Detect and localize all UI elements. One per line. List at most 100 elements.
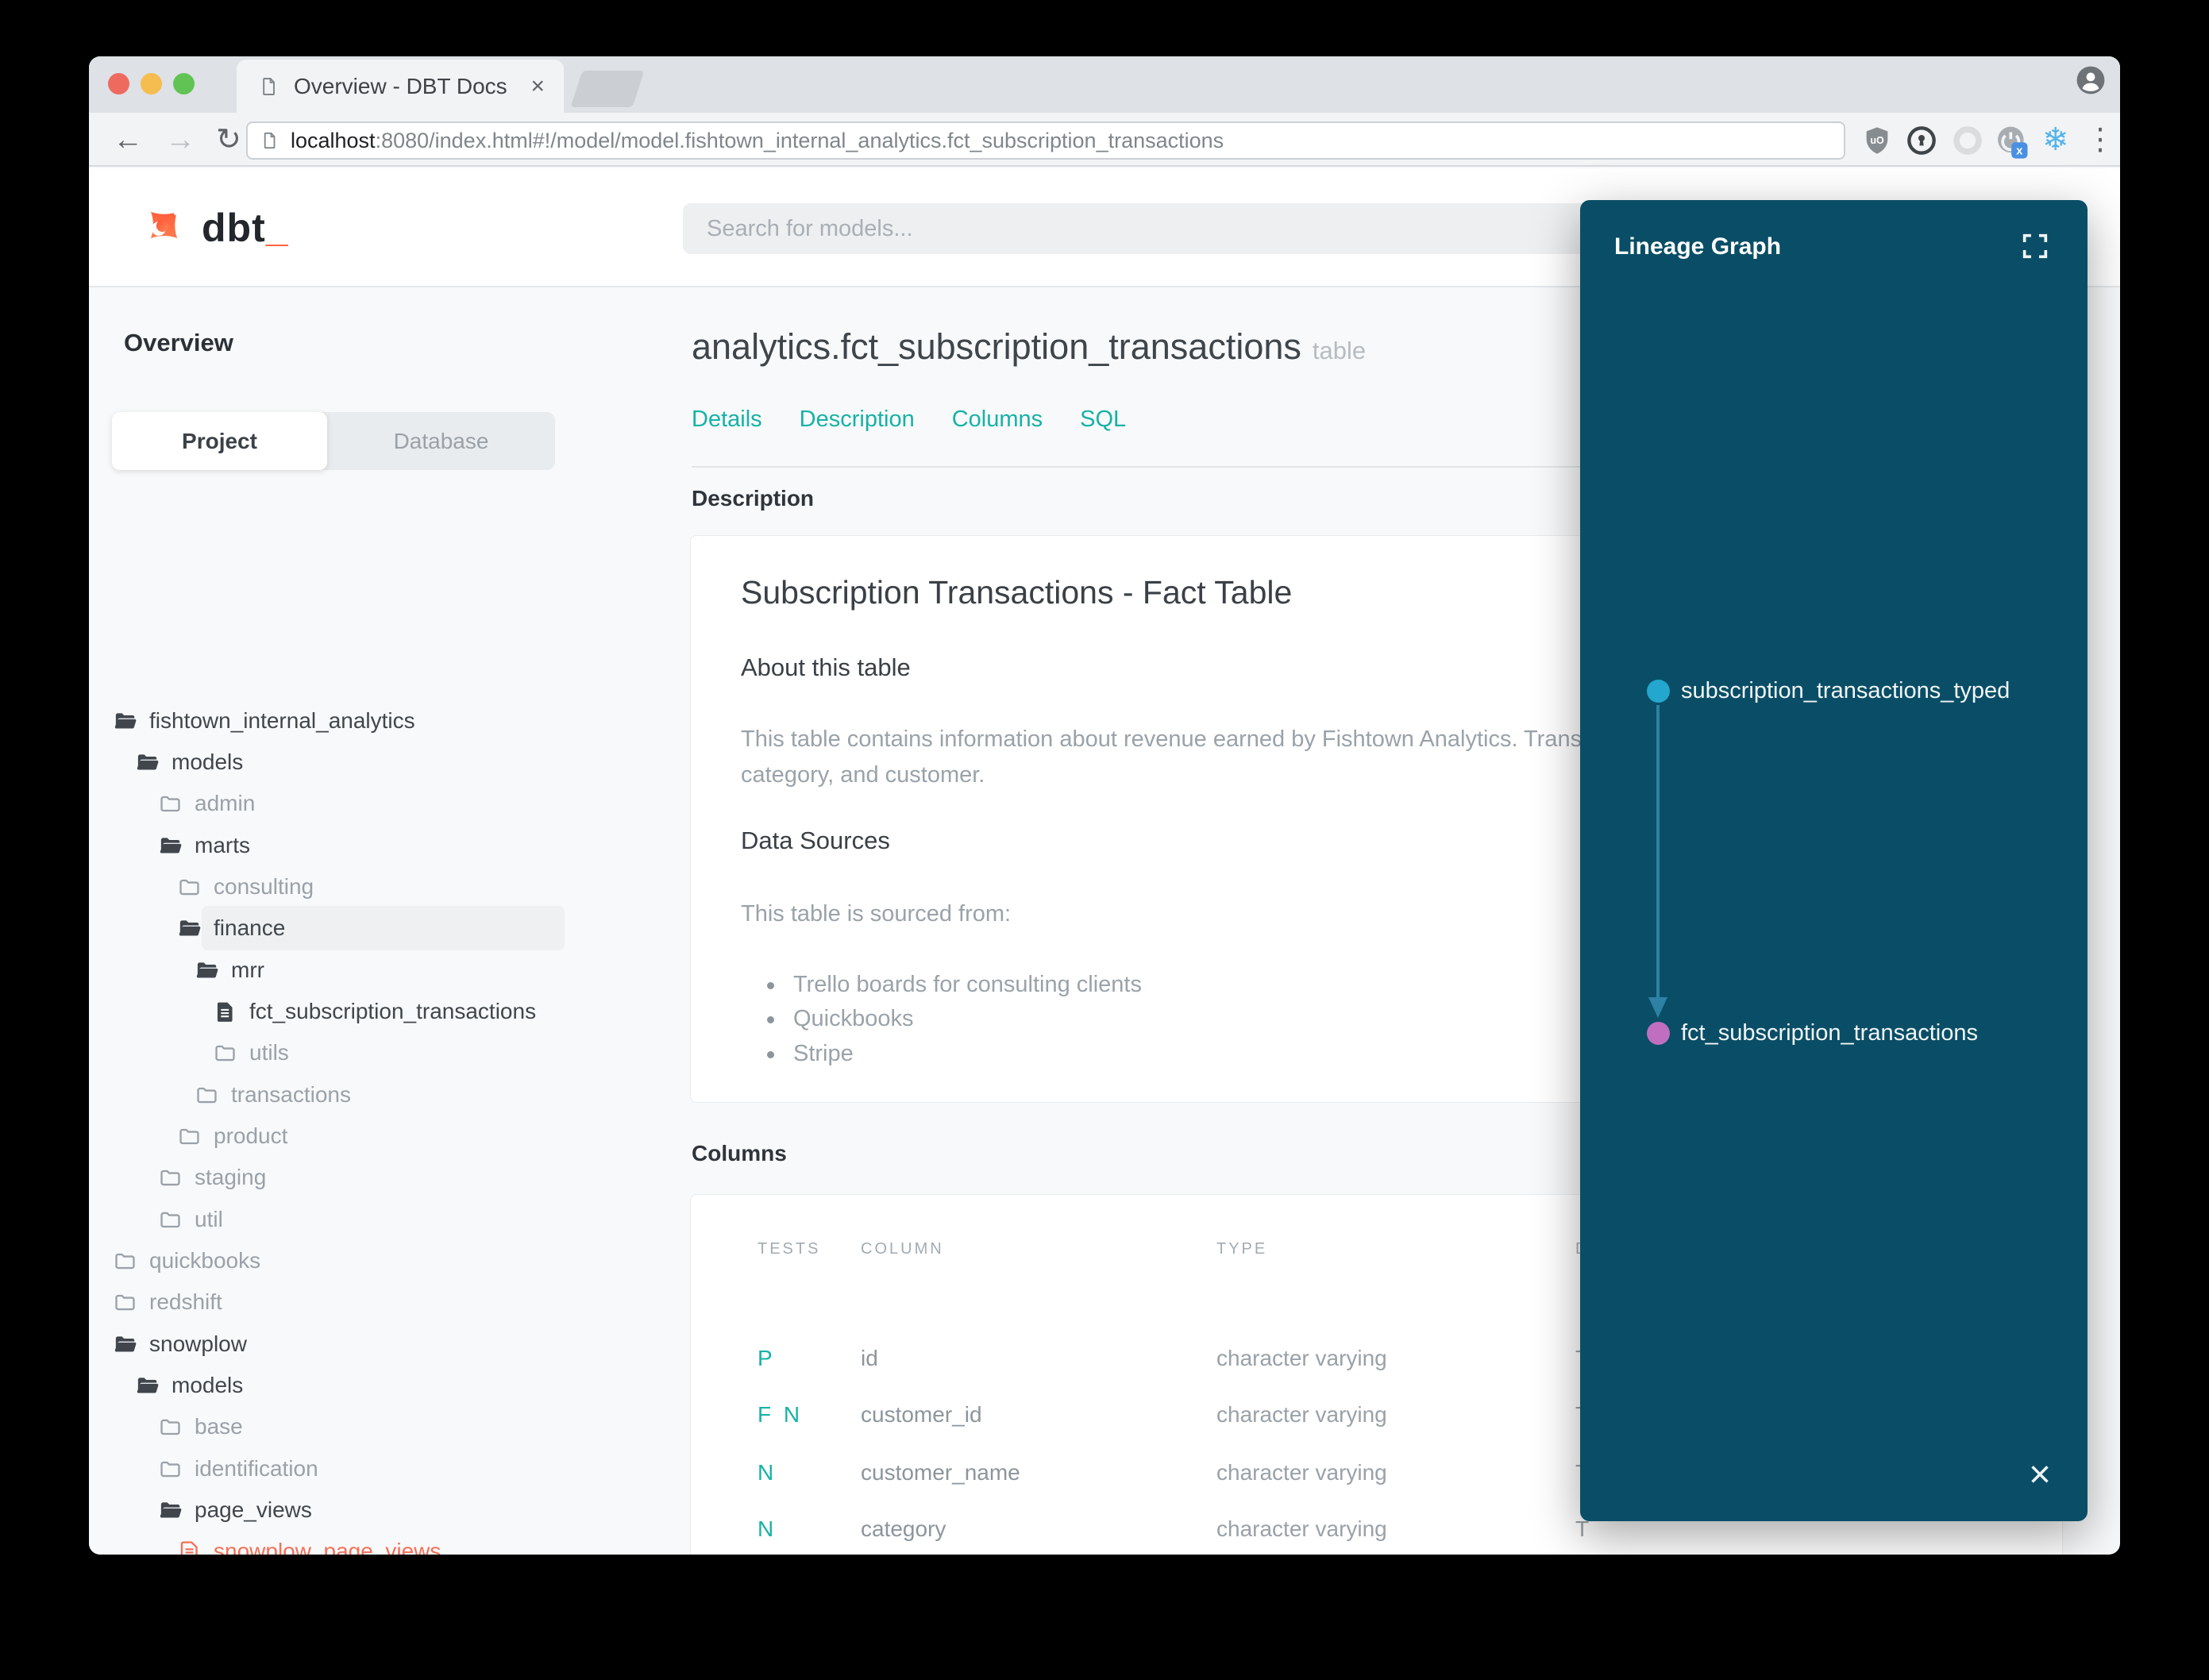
folder-icon xyxy=(213,1041,237,1065)
cell-column: customer_name xyxy=(861,1460,1020,1485)
node-dot-icon xyxy=(1647,680,1670,703)
folder-icon xyxy=(177,1124,202,1149)
data-sources-heading: Data Sources xyxy=(741,827,890,854)
maximize-window-button[interactable] xyxy=(173,73,195,94)
browser-tab-strip: Overview - DBT Docs × xyxy=(89,56,2120,113)
minimize-window-button[interactable] xyxy=(141,73,162,94)
cell-column: customer_id xyxy=(861,1402,982,1427)
dbt-logo[interactable]: dbt_ xyxy=(135,202,289,254)
address-bar[interactable]: localhost:8080/index.html#!/model/model.… xyxy=(246,121,1845,160)
browser-tab[interactable]: Overview - DBT Docs × xyxy=(237,60,564,113)
lineage-graph-panel: Lineage Graph subscription_transactions_… xyxy=(1580,200,2088,1521)
tree-item-fct-subscription-transactions[interactable]: fct_subscription_transactions xyxy=(213,992,536,1031)
tree-item-redshift[interactable]: redshift xyxy=(113,1283,222,1321)
description-section-label: Description xyxy=(692,486,815,511)
source-list-item: Stripe xyxy=(767,1041,854,1067)
columns-section-label: Columns xyxy=(692,1141,787,1166)
folder-open-icon xyxy=(177,916,202,941)
ublock-extension-icon[interactable]: uO xyxy=(1861,125,1893,156)
sidebar-title: Overview xyxy=(124,329,233,356)
url-host: localhost xyxy=(291,128,376,152)
about-text-line2: category, and customer. xyxy=(741,762,985,788)
column-header-column: COLUMN xyxy=(861,1240,944,1258)
close-lineage-icon[interactable]: × xyxy=(2029,1456,2051,1494)
tree-item-quickbooks[interactable]: quickbooks xyxy=(113,1242,260,1280)
cell-tests: P xyxy=(758,1346,776,1370)
folder-icon xyxy=(113,1290,137,1315)
tab-description[interactable]: Description xyxy=(800,407,915,433)
tab-title: Overview - DBT Docs xyxy=(294,73,507,98)
tab-columns[interactable]: Columns xyxy=(952,407,1043,433)
profile-avatar-icon[interactable] xyxy=(2076,65,2106,95)
power-extension-icon[interactable]: x xyxy=(1995,125,2030,163)
tree-item-finance[interactable]: finance xyxy=(177,909,285,947)
gray-circle-extension-icon[interactable] xyxy=(1952,125,1983,156)
tree-item-transactions[interactable]: transactions xyxy=(195,1076,351,1114)
tree-item-page-views[interactable]: page_views xyxy=(158,1491,312,1529)
cell-tests: N xyxy=(758,1516,777,1541)
search-placeholder: Search for models... xyxy=(707,215,913,241)
data-sources-intro: This table is sourced from: xyxy=(741,901,1012,927)
tab-database[interactable]: Database xyxy=(327,412,555,470)
resource-type-badge: table xyxy=(1312,337,1367,364)
cell-tests: N xyxy=(758,1460,777,1485)
tree-item-snowplow-models[interactable]: models xyxy=(135,1366,243,1404)
cell-type: character varying xyxy=(1216,1516,1387,1541)
tree-item-snowplow[interactable]: snowplow xyxy=(113,1325,247,1363)
tab-details[interactable]: Details xyxy=(692,407,762,433)
dbt-logo-word: dbt_ xyxy=(202,206,289,250)
folder-open-icon xyxy=(158,1498,183,1523)
onepassword-extension-icon[interactable] xyxy=(1906,125,1937,156)
tab-project[interactable]: Project xyxy=(112,412,327,470)
tree-item-marts[interactable]: marts xyxy=(158,827,250,865)
cell-column: id xyxy=(861,1346,878,1370)
cell-type: character varying xyxy=(1216,1460,1387,1485)
svg-text:x: x xyxy=(2016,145,2022,158)
forward-button[interactable]: → xyxy=(165,124,195,156)
url-path: :8080/index.html#!/model/model.fishtown_… xyxy=(375,128,1224,152)
lineage-node-fct-subscription-transactions[interactable]: fct_subscription_transactions xyxy=(1647,1020,1978,1046)
folder-icon xyxy=(158,1166,183,1190)
source-list-item: Quickbooks xyxy=(767,1006,914,1032)
tab-sql[interactable]: SQL xyxy=(1080,407,1126,433)
browser-toolbar: ← → ↻ localhost:8080/index.html#!/model/… xyxy=(89,113,2120,167)
tree-item-fishtown-internal-analytics[interactable]: fishtown_internal_analytics xyxy=(113,702,415,740)
cell-type: character varying xyxy=(1216,1346,1387,1370)
tree-item-models[interactable]: models xyxy=(135,743,243,781)
reload-button[interactable]: ↻ xyxy=(216,124,241,156)
tree-item-identification[interactable]: identification xyxy=(158,1450,318,1488)
sidebar: Overview Project Database fishtown_inter… xyxy=(89,287,679,1555)
lineage-edges xyxy=(1648,705,1667,1018)
cell-column: category xyxy=(861,1516,946,1541)
tree-item-snowplow-page-views[interactable]: snowplow_page_views xyxy=(177,1532,441,1555)
tree-item-product[interactable]: product xyxy=(177,1117,287,1155)
tree-item-mrr[interactable]: mrr xyxy=(195,951,264,989)
tree-item-admin[interactable]: admin xyxy=(158,784,255,823)
tree-item-base[interactable]: base xyxy=(158,1408,243,1446)
browser-menu-icon[interactable]: ⋮ xyxy=(2085,121,2115,157)
source-list-item: Trello boards for consulting clients xyxy=(767,972,1142,998)
lineage-node-subscription-transactions-typed[interactable]: subscription_transactions_typed xyxy=(1647,678,2010,704)
new-tab-button[interactable] xyxy=(570,71,645,107)
model-file-icon xyxy=(177,1539,202,1555)
cell-type: character varying xyxy=(1216,1402,1387,1427)
close-window-button[interactable] xyxy=(108,73,129,94)
svg-text:uO: uO xyxy=(1870,135,1884,146)
folder-icon xyxy=(158,1457,183,1482)
tree-item-staging[interactable]: staging xyxy=(158,1158,266,1196)
model-file-icon xyxy=(213,1000,237,1024)
doc-heading: Subscription Transactions - Fact Table xyxy=(741,574,1293,611)
snowflake-extension-icon[interactable]: ❄ xyxy=(2042,121,2069,158)
folder-icon xyxy=(158,1415,183,1439)
folder-open-icon xyxy=(135,1374,160,1398)
tree-item-utils[interactable]: utils xyxy=(213,1034,289,1072)
tree-item-consulting[interactable]: consulting xyxy=(177,868,314,906)
page-title: analytics.fct_subscription_transactions t… xyxy=(692,326,1367,367)
bullet-icon xyxy=(767,1050,774,1058)
tree-item-util[interactable]: util xyxy=(158,1200,223,1239)
column-header-type: TYPE xyxy=(1216,1240,1268,1258)
back-button[interactable]: ← xyxy=(113,124,143,156)
folder-icon xyxy=(158,792,183,816)
close-tab-icon[interactable]: × xyxy=(530,73,545,100)
folder-icon xyxy=(113,1249,137,1273)
